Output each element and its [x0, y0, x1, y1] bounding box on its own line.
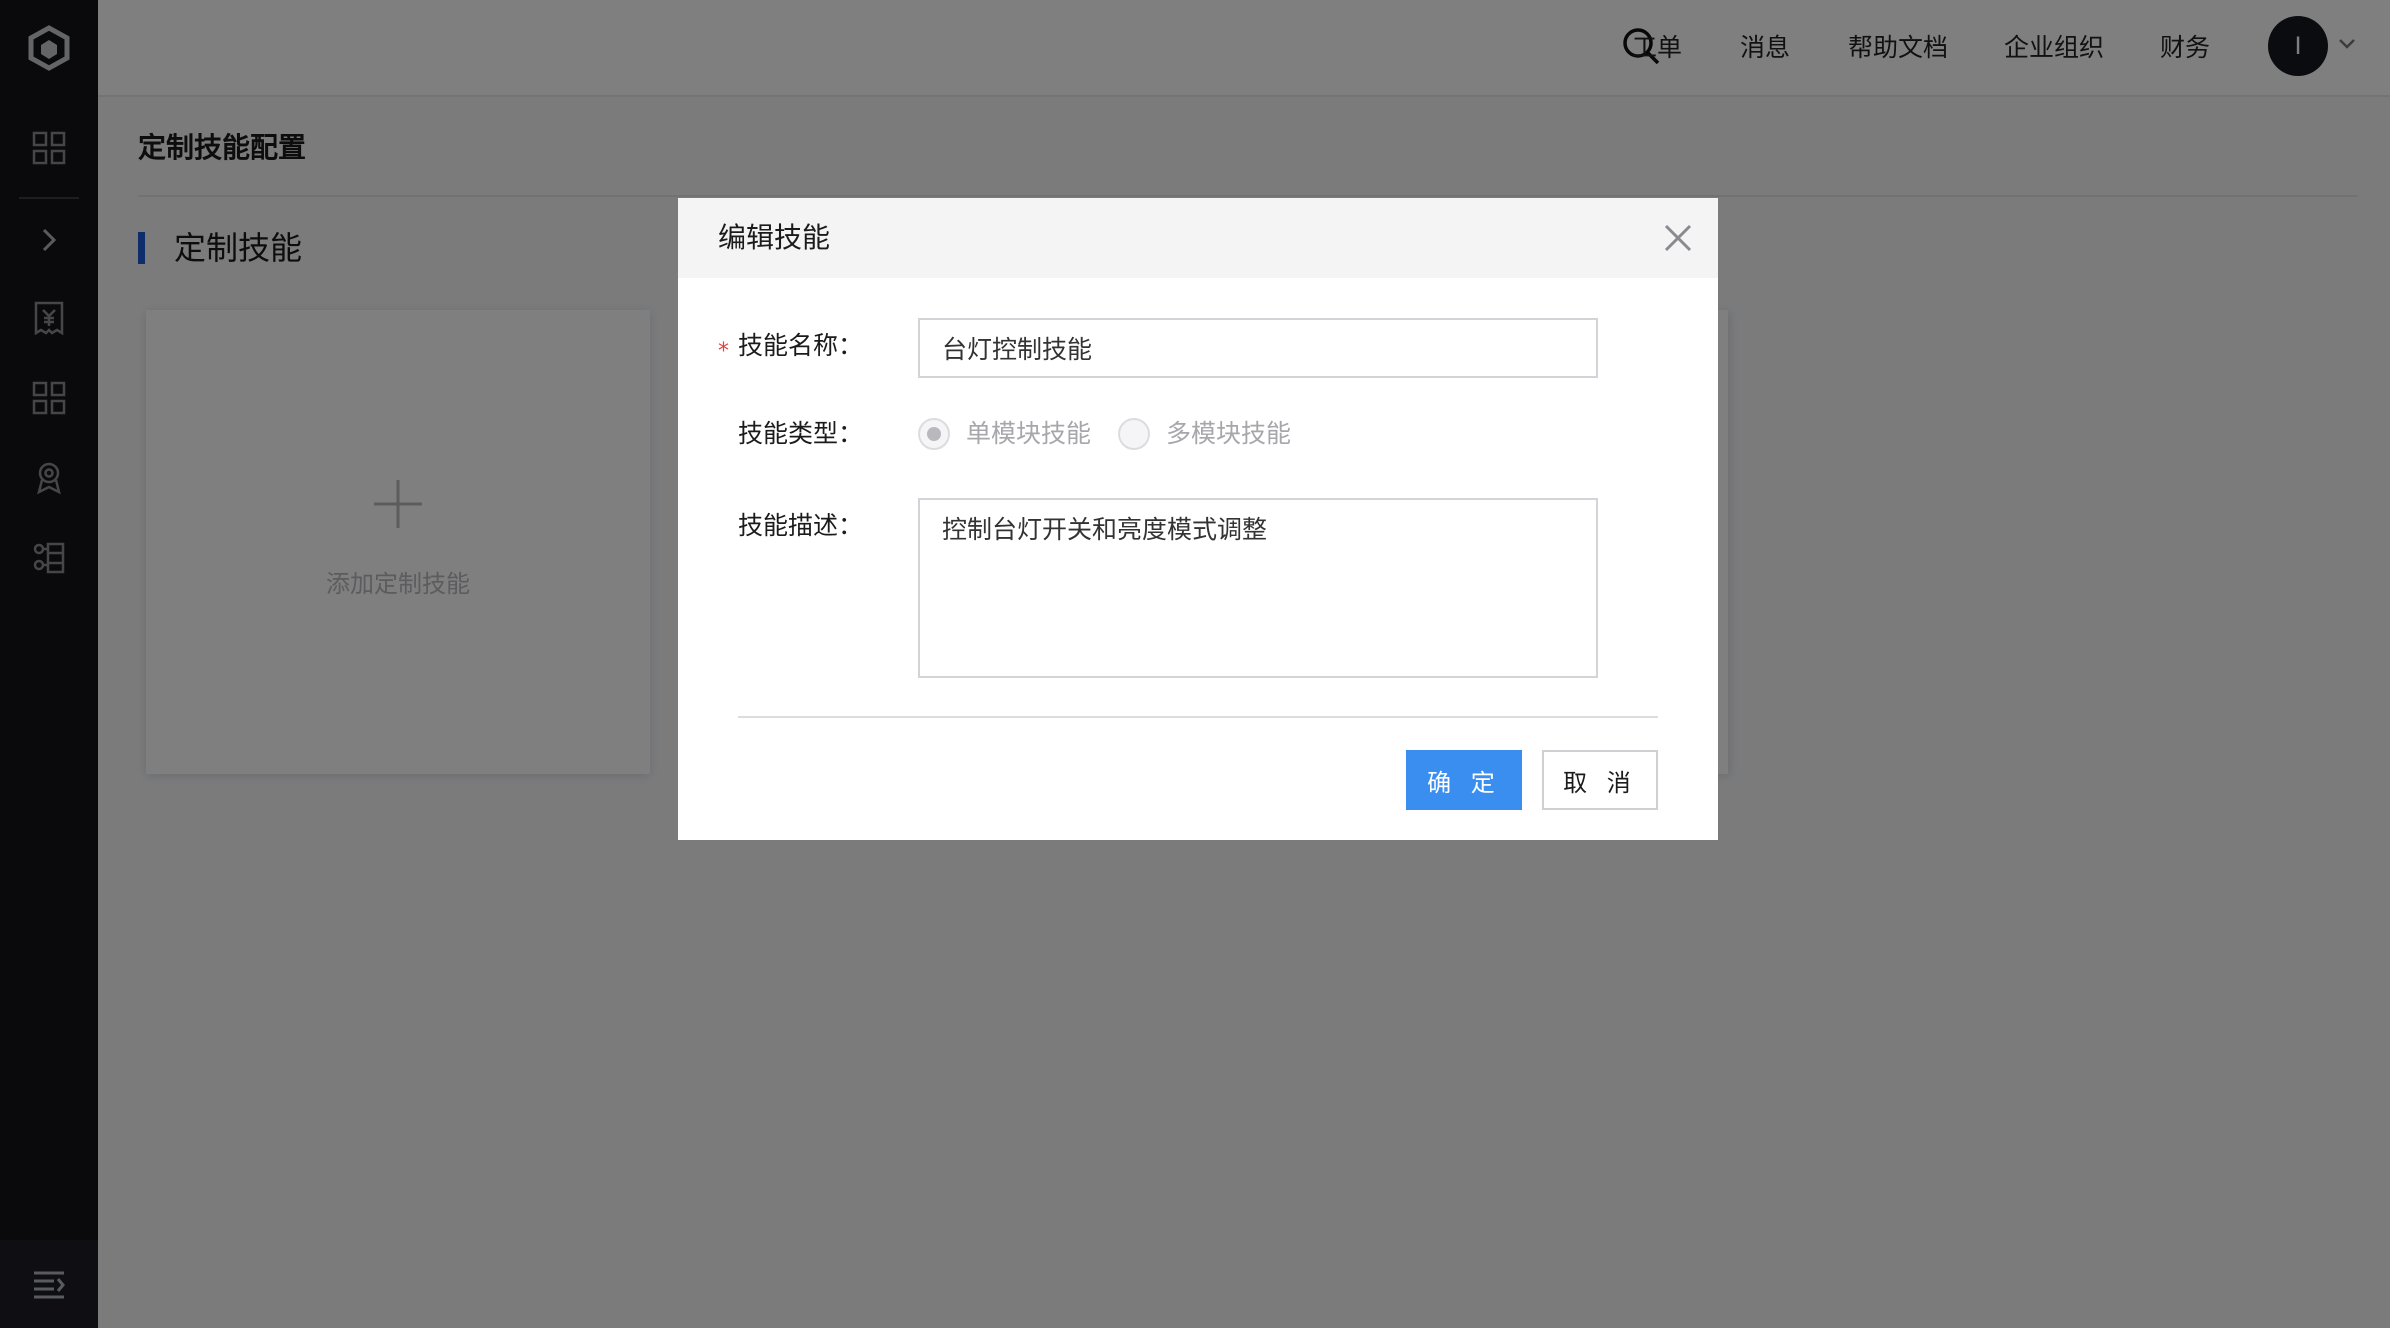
- skill-name-label: 技能名称：: [738, 331, 864, 360]
- cancel-button[interactable]: 取 消: [1542, 750, 1658, 810]
- skill-type-label: 技能类型：: [738, 419, 864, 448]
- dialog-title: 编辑技能: [718, 221, 831, 254]
- confirm-button[interactable]: 确 定: [1406, 750, 1522, 810]
- radio-single-module-label[interactable]: 单模块技能: [966, 416, 1091, 452]
- edit-skill-dialog: 编辑技能 * 技能名称： 技能类型： 单模块技能 多模块技能 技能描述： 控制台…: [678, 198, 1718, 840]
- radio-multi-module[interactable]: [1118, 418, 1150, 450]
- dialog-divider: [738, 716, 1658, 718]
- radio-single-module[interactable]: [918, 418, 950, 450]
- dialog-header: 编辑技能: [678, 198, 1718, 278]
- close-icon[interactable]: [1662, 222, 1694, 254]
- radio-multi-module-label[interactable]: 多模块技能: [1166, 416, 1291, 452]
- skill-name-input[interactable]: [918, 318, 1598, 378]
- skill-description-textarea[interactable]: 控制台灯开关和亮度模式调整: [918, 498, 1598, 678]
- skill-description-label: 技能描述：: [738, 511, 864, 540]
- required-mark: *: [718, 339, 729, 364]
